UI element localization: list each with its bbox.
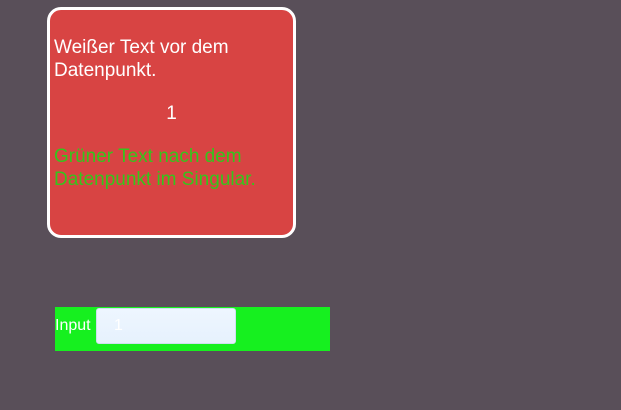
text-after-datapoint: Grüner Text nach dem Datenpunkt im Singu…: [54, 146, 256, 190]
input-container: Input: [55, 307, 330, 351]
text-before-datapoint: Weißer Text vor dem Datenpunkt.: [54, 37, 229, 81]
datapoint-value: 1: [166, 103, 177, 124]
datapoint-card: Weißer Text vor dem Datenpunkt. 1 Grüner…: [47, 7, 296, 238]
input-label: Input: [55, 317, 91, 334]
value-input[interactable]: [96, 308, 236, 344]
